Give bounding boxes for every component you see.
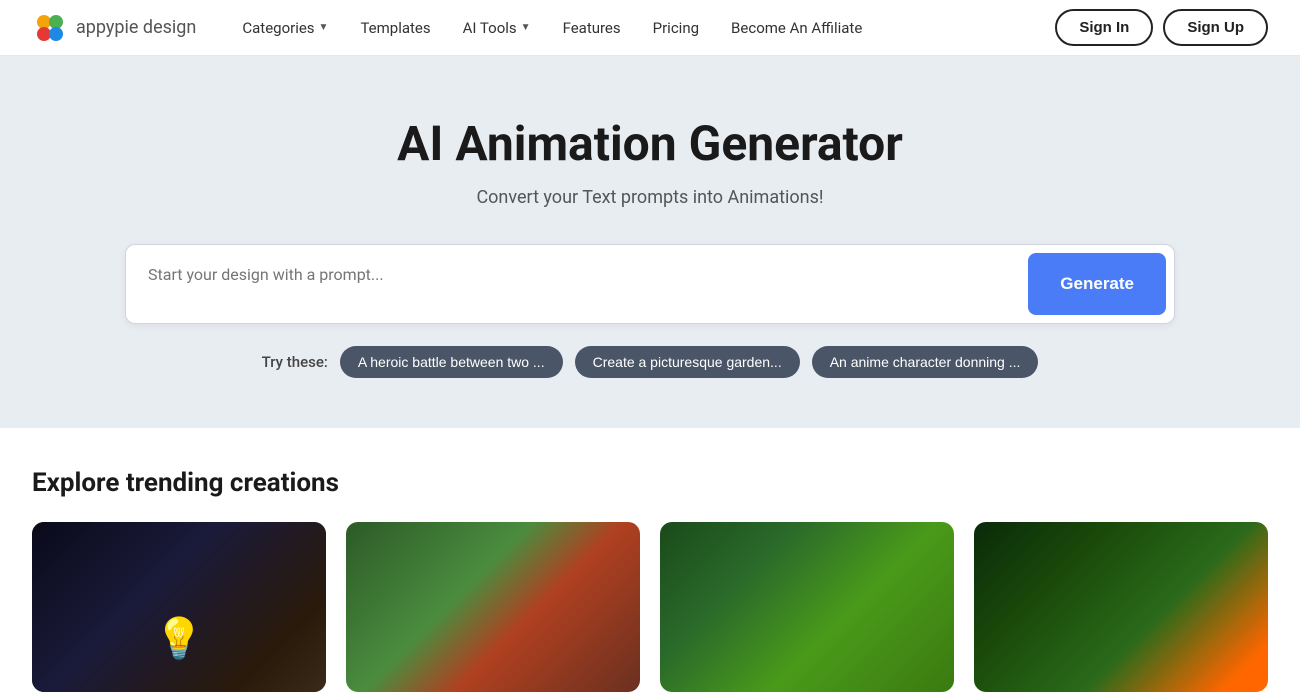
card-image-2 — [660, 522, 954, 692]
try-chip-0[interactable]: A heroic battle between two ... — [340, 346, 563, 378]
generate-button[interactable]: Generate — [1028, 253, 1166, 315]
prompt-input[interactable] — [132, 251, 1026, 317]
try-chip-1[interactable]: Create a picturesque garden... — [575, 346, 800, 378]
sign-in-button[interactable]: Sign In — [1055, 9, 1153, 46]
hero-section: AI Animation Generator Convert your Text… — [0, 56, 1300, 428]
logo[interactable]: appypie design — [32, 10, 196, 46]
card-image-1 — [346, 522, 640, 692]
navbar: appypie design Categories ▼ Templates AI… — [0, 0, 1300, 56]
card-image-3 — [974, 522, 1268, 692]
trending-grid — [32, 522, 1268, 692]
hero-subtitle: Convert your Text prompts into Animation… — [476, 187, 823, 208]
categories-chevron-icon: ▼ — [319, 22, 329, 33]
nav-actions: Sign In Sign Up — [1055, 9, 1268, 46]
sign-up-button[interactable]: Sign Up — [1163, 9, 1268, 46]
trending-card-2[interactable] — [660, 522, 954, 692]
appypie-logo-icon — [32, 10, 68, 46]
nav-categories[interactable]: Categories ▼ — [228, 11, 342, 45]
trending-card-0[interactable] — [32, 522, 326, 692]
hero-title: AI Animation Generator — [397, 116, 903, 171]
try-these-row: Try these: A heroic battle between two .… — [262, 346, 1039, 378]
nav-templates[interactable]: Templates — [346, 11, 444, 45]
try-chip-2[interactable]: An anime character donning ... — [812, 346, 1039, 378]
logo-text: appypie design — [76, 17, 196, 38]
nav-affiliate[interactable]: Become An Affiliate — [717, 11, 876, 45]
card-image-0 — [32, 522, 326, 692]
nav-ai-tools[interactable]: AI Tools ▼ — [449, 11, 545, 45]
try-these-label: Try these: — [262, 353, 328, 371]
ai-tools-chevron-icon: ▼ — [521, 22, 531, 33]
nav-features[interactable]: Features — [549, 11, 635, 45]
nav-pricing[interactable]: Pricing — [639, 11, 713, 45]
nav-links: Categories ▼ Templates AI Tools ▼ Featur… — [228, 11, 1047, 45]
trending-card-1[interactable] — [346, 522, 640, 692]
prompt-container: Generate — [125, 244, 1175, 324]
trending-card-3[interactable] — [974, 522, 1268, 692]
trending-section: Explore trending creations — [0, 428, 1300, 692]
trending-title: Explore trending creations — [32, 468, 1268, 498]
